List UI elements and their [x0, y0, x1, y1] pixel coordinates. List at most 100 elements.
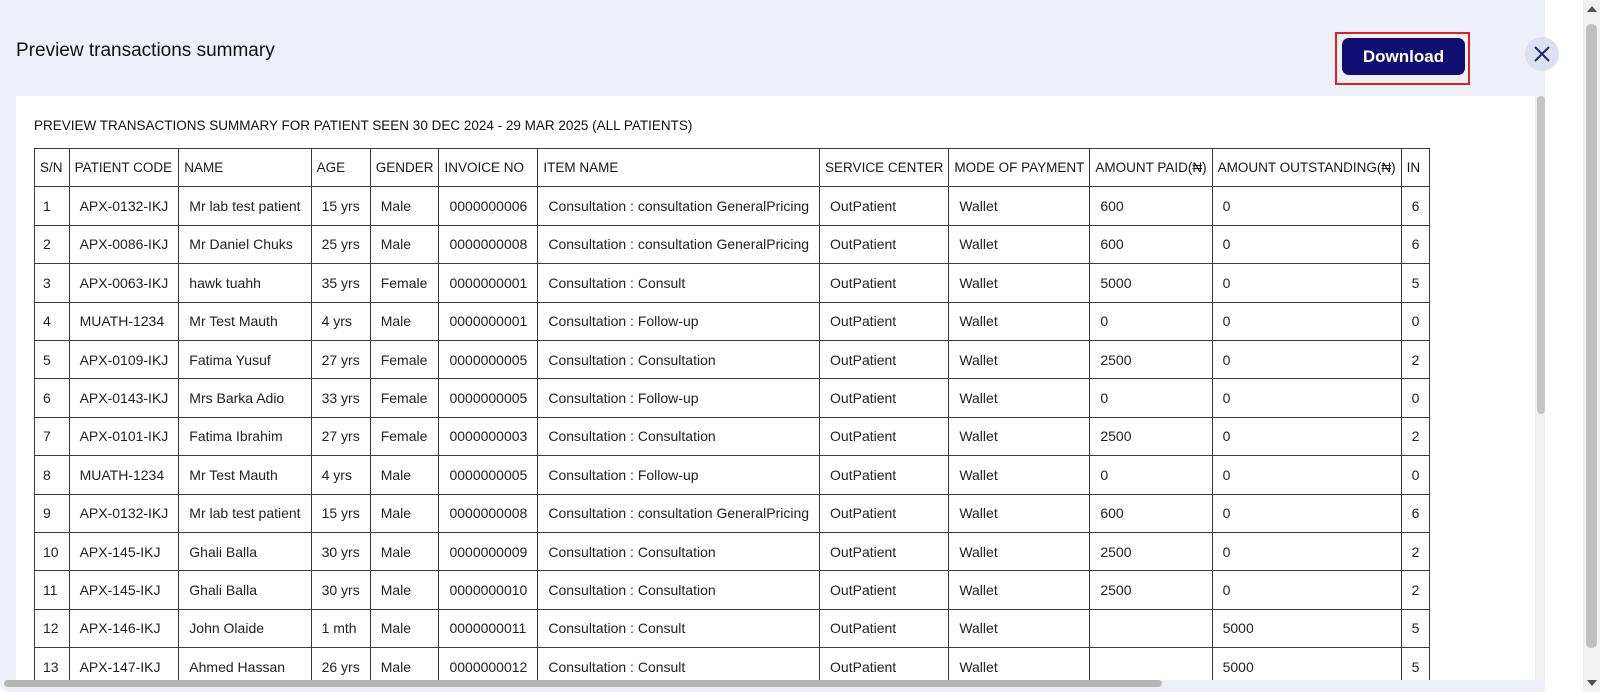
table-cell: Ghali Balla	[178, 531, 312, 572]
column-header: INVOICE NO	[438, 147, 539, 188]
table-cell: 6	[1400, 186, 1431, 226]
table-cell: 35 yrs	[310, 263, 371, 303]
table-cell: Consultation : Follow-up	[537, 301, 821, 341]
table-cell: 0000000008	[438, 493, 539, 533]
table-cell: Consultation : Consultation	[537, 570, 821, 610]
table-cell: 0	[1400, 455, 1431, 495]
table-cell: 5	[1400, 263, 1431, 303]
table-cell: Consultation : Consultation	[537, 416, 821, 457]
close-button[interactable]	[1525, 37, 1559, 71]
table-cell: 0	[1211, 263, 1402, 303]
table-cell: Wallet	[948, 186, 1091, 226]
modal-title: Preview transactions summary	[16, 40, 275, 61]
table-cell: 30 yrs	[310, 570, 371, 610]
table-cell: 27 yrs	[310, 416, 371, 457]
table-cell: 0	[1089, 301, 1213, 341]
table-cell: 0000000008	[438, 224, 539, 265]
table-cell: Ghali Balla	[178, 570, 312, 610]
table-cell: Consultation : Follow-up	[537, 455, 821, 495]
table-cell: OutPatient	[819, 416, 950, 457]
table-cell: APX-0143-IKJ	[68, 378, 180, 418]
table-cell: 7	[34, 416, 70, 457]
scroll-down-arrow-icon[interactable]	[1587, 680, 1597, 686]
table-cell: 2	[1400, 339, 1431, 380]
table-cell: 10	[34, 531, 70, 572]
table-cell: 13	[34, 647, 70, 680]
table-cell: 5000	[1211, 647, 1402, 680]
table-cell: 5	[1400, 647, 1431, 680]
table-cell: OutPatient	[819, 186, 950, 226]
table-cell: 2	[1400, 570, 1431, 610]
table-cell: APX-147-IKJ	[68, 647, 180, 680]
table-cell: 0	[1089, 378, 1213, 418]
column-header: GENDER	[369, 147, 440, 188]
table-row: 3 APX-0063-IKJ hawk tuahh 35 yrs Female 00000…	[34, 263, 1431, 303]
table-cell: 2	[34, 224, 70, 265]
table-cell: Wallet	[948, 608, 1091, 649]
table-cell: 5000	[1089, 263, 1213, 303]
table-cell: OutPatient	[819, 570, 950, 610]
table-cell: Wallet	[948, 647, 1091, 680]
table-cell: 6	[1400, 493, 1431, 533]
table-cell: APX-0109-IKJ	[68, 339, 180, 380]
table-cell: OutPatient	[819, 224, 950, 265]
download-highlight: Download	[1335, 32, 1470, 85]
column-header: SERVICE CENTER	[819, 147, 950, 188]
table-cell: APX-0086-IKJ	[68, 224, 180, 265]
table-cell: 0	[1211, 339, 1402, 380]
table-cell: 0	[1211, 455, 1402, 495]
table-cell: 5	[1400, 608, 1431, 649]
table-body: 1 APX-0132-IKJ Mr lab test patient 15 yrs Ma…	[34, 186, 1431, 680]
page-scroll-thumb[interactable]	[1586, 24, 1597, 648]
table-cell: 5000	[1211, 608, 1402, 649]
column-header: ITEM NAME	[537, 147, 821, 188]
table-cell: 0000000005	[438, 339, 539, 380]
table-row: 2 APX-0086-IKJ Mr Daniel Chuks 25 yrs Male 00…	[34, 224, 1431, 265]
table-row: 1 APX-0132-IKJ Mr lab test patient 15 yrs Ma…	[34, 186, 1431, 226]
table-cell: OutPatient	[819, 455, 950, 495]
table-cell: 26 yrs	[310, 647, 371, 680]
table-cell: hawk tuahh	[178, 263, 312, 303]
table-vertical-scroll-thumb[interactable]	[1537, 96, 1545, 414]
column-header: AMOUNT PAID(₦)	[1089, 147, 1213, 188]
column-header: AGE	[310, 147, 371, 188]
table-cell: 3	[34, 263, 70, 303]
download-button[interactable]: Download	[1342, 38, 1465, 75]
table-cell: Male	[369, 570, 440, 610]
table-row: 6 APX-0143-IKJ Mrs Barka Adio 33 yrs Female 0…	[34, 378, 1431, 418]
table-cell: 0000000003	[438, 416, 539, 457]
table-cell: 0000000011	[438, 608, 539, 649]
table-cell: 4 yrs	[310, 455, 371, 495]
close-icon	[1534, 46, 1550, 62]
report-panel[interactable]: PREVIEW TRANSACTIONS SUMMARY FOR PATIENT…	[16, 96, 1535, 680]
table-cell: 0000000001	[438, 301, 539, 341]
table-cell: 600	[1089, 186, 1213, 226]
table-cell: 30 yrs	[310, 531, 371, 572]
table-cell: 0	[1211, 378, 1402, 418]
scroll-up-arrow-icon[interactable]	[1587, 6, 1597, 12]
table-cell: Consultation : Consultation	[537, 339, 821, 380]
table-cell: Male	[369, 455, 440, 495]
report-heading: PREVIEW TRANSACTIONS SUMMARY FOR PATIENT…	[34, 118, 693, 133]
table-cell: 0	[1211, 531, 1402, 572]
table-horizontal-scroll-thumb[interactable]	[4, 680, 1162, 687]
table-cell: Fatima Yusuf	[178, 339, 312, 380]
table-cell: OutPatient	[819, 493, 950, 533]
table-cell: 0	[1211, 224, 1402, 265]
table-cell: APX-0132-IKJ	[68, 186, 180, 226]
table-cell: 6	[1400, 224, 1431, 265]
table-cell: 8	[34, 455, 70, 495]
table-cell: 2500	[1089, 416, 1213, 457]
table-cell: Wallet	[948, 263, 1091, 303]
table-cell: 15 yrs	[310, 493, 371, 533]
table-cell: Mrs Barka Adio	[178, 378, 312, 418]
table-cell: 0	[1089, 455, 1213, 495]
table-row: 12 APX-146-IKJ John Olaide 1 mth Male 0000000…	[34, 608, 1431, 649]
table-cell: OutPatient	[819, 263, 950, 303]
table-cell	[1089, 608, 1213, 649]
table-cell: 0	[1400, 301, 1431, 341]
table-cell: Male	[369, 224, 440, 265]
table-cell: MUATH-1234	[68, 301, 180, 341]
table-cell: OutPatient	[819, 647, 950, 680]
table-cell: 0	[1211, 186, 1402, 226]
